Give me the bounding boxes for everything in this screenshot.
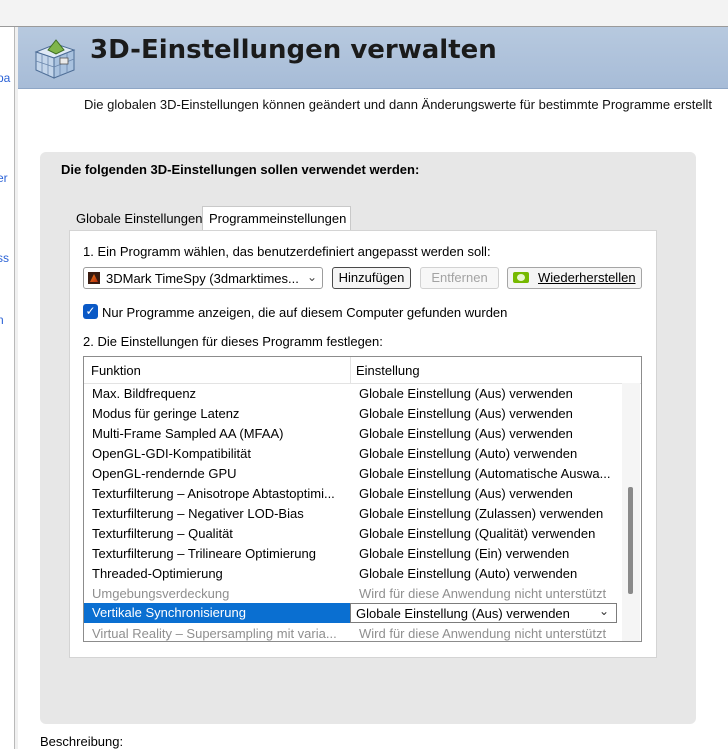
show-found-programs-label[interactable]: Nur Programme anzeigen, die auf diesem C… <box>102 305 507 320</box>
table-row[interactable]: OpenGL-rendernde GPU Globale Einstellung… <box>84 463 617 483</box>
window-top-strip <box>0 0 728 27</box>
table-row-selected[interactable]: Vertikale Synchronisierung Globale Einst… <box>84 603 617 623</box>
vertical-scrollbar[interactable] <box>622 383 640 641</box>
left-navigation-panel[interactable]: pa er ss n <box>0 27 15 749</box>
row-setting: Globale Einstellung (Qualität) verwenden <box>359 526 596 541</box>
page-title: 3D-Einstellungen verwalten <box>90 35 497 65</box>
row-function: Threaded-Optimierung <box>92 566 223 581</box>
restore-button-label: Wiederherstellen <box>538 270 636 285</box>
row-function: Multi-Frame Sampled AA (MFAA) <box>92 426 284 441</box>
row-setting: Globale Einstellung (Auto) verwenden <box>359 566 578 581</box>
row-function: Max. Bildfrequenz <box>92 386 197 401</box>
table-row[interactable]: Texturfilterung – Negativer LOD-Bias Glo… <box>84 503 617 523</box>
restore-button[interactable]: Wiederherstellen <box>507 267 642 289</box>
remove-button[interactable]: Entfernen <box>420 267 499 289</box>
row-function: Texturfilterung – Trilineare Optimierung <box>92 546 316 561</box>
column-separator[interactable] <box>350 357 351 383</box>
step2-label: 2. Die Einstellungen für dieses Programm… <box>83 334 383 349</box>
chevron-down-icon: ⌄ <box>306 270 317 284</box>
3dmark-app-icon <box>88 272 100 284</box>
row-setting: Wird für diese Anwendung nicht unterstüt… <box>359 626 607 641</box>
tab-global-settings[interactable]: Globale Einstellungen <box>70 208 202 230</box>
show-found-programs-checkbox[interactable]: ✓ <box>83 304 98 319</box>
row-function: Texturfilterung – Anisotrope Abtastoptim… <box>92 486 335 501</box>
row-setting: Globale Einstellung (Aus) verwenden <box>359 406 573 421</box>
nvidia-logo-icon <box>513 272 529 283</box>
row-function: Texturfilterung – Negativer LOD-Bias <box>92 506 304 521</box>
row-setting: Globale Einstellung (Aus) verwenden <box>359 426 573 441</box>
table-row[interactable]: OpenGL-GDI-Kompatibilität Globale Einste… <box>84 443 617 463</box>
row-function: Texturfilterung – Qualität <box>92 526 233 541</box>
row-setting: Globale Einstellung (Aus) verwenden <box>356 606 570 621</box>
table-row[interactable]: Texturfilterung – Trilineare Optimierung… <box>84 543 617 563</box>
table-header: Funktion Einstellung <box>84 357 641 384</box>
row-function: Modus für geringe Latenz <box>92 406 240 421</box>
row-function: OpenGL-GDI-Kompatibilität <box>92 446 251 461</box>
tab-program-settings[interactable]: Programmeinstellungen <box>202 206 351 231</box>
row-setting: Globale Einstellung (Aus) verwenden <box>359 386 573 401</box>
table-row[interactable]: Texturfilterung – Qualität Globale Einst… <box>84 523 617 543</box>
row-setting: Wird für diese Anwendung nicht unterstüt… <box>359 586 607 601</box>
row-function: Virtual Reality – Supersampling mit vari… <box>92 626 337 641</box>
table-row[interactable]: Virtual Reality – Supersampling mit vari… <box>84 623 617 641</box>
row-setting: Globale Einstellung (Ein) verwenden <box>359 546 570 561</box>
program-select-value: 3DMark TimeSpy (3dmarktimes... <box>106 271 299 286</box>
panel-title: Die folgenden 3D-Einstellungen sollen ve… <box>61 162 420 177</box>
program-select[interactable]: 3DMark TimeSpy (3dmarktimes... ⌄ <box>83 267 323 289</box>
nav-fragment[interactable]: pa <box>0 71 10 85</box>
nav-fragment[interactable]: ss <box>0 251 9 265</box>
row-setting: Globale Einstellung (Zulassen) verwenden <box>359 506 604 521</box>
table-row[interactable]: Umgebungsverdeckung Wird für diese Anwen… <box>84 583 617 603</box>
row-setting: Globale Einstellung (Aus) verwenden <box>359 486 573 501</box>
row-function: Umgebungsverdeckung <box>92 586 230 601</box>
settings-panel: Die folgenden 3D-Einstellungen sollen ve… <box>40 152 696 724</box>
description-label: Beschreibung: <box>40 734 124 749</box>
table-row[interactable]: Modus für geringe Latenz Globale Einstel… <box>84 403 617 423</box>
row-function: Vertikale Synchronisierung <box>84 603 351 623</box>
table-row[interactable]: Texturfilterung – Anisotrope Abtastoptim… <box>84 483 617 503</box>
nav-fragment[interactable]: n <box>0 313 4 327</box>
step1-label: 1. Ein Programm wählen, das benutzerdefi… <box>83 244 491 259</box>
row-setting: Globale Einstellung (Auto) verwenden <box>359 446 578 461</box>
column-header-setting[interactable]: Einstellung <box>356 363 420 378</box>
chevron-down-icon[interactable]: ⌄ <box>599 604 609 618</box>
page-subtitle: Die globalen 3D-Einstellungen können geä… <box>84 97 712 112</box>
table-row[interactable]: Threaded-Optimierung Globale Einstellung… <box>84 563 617 583</box>
table-row[interactable]: Multi-Frame Sampled AA (MFAA) Globale Ei… <box>84 423 617 443</box>
table-row[interactable]: Max. Bildfrequenz Globale Einstellung (A… <box>84 383 617 403</box>
column-header-function[interactable]: Funktion <box>91 363 141 378</box>
row-function: OpenGL-rendernde GPU <box>92 466 237 481</box>
settings-table[interactable]: Funktion Einstellung Max. Bildfrequenz G… <box>83 356 642 642</box>
add-button[interactable]: Hinzufügen <box>332 267 411 289</box>
3d-cube-grid-icon <box>34 39 76 79</box>
row-setting: Globale Einstellung (Automatische Auswa.… <box>359 466 611 481</box>
main-content: 3D-Einstellungen verwalten Die globalen … <box>18 27 728 749</box>
tab-content: 1. Ein Programm wählen, das benutzerdefi… <box>69 230 657 658</box>
nav-fragment[interactable]: er <box>0 171 8 185</box>
page-header: 3D-Einstellungen verwalten <box>18 27 728 89</box>
scrollbar-thumb[interactable] <box>628 487 633 594</box>
